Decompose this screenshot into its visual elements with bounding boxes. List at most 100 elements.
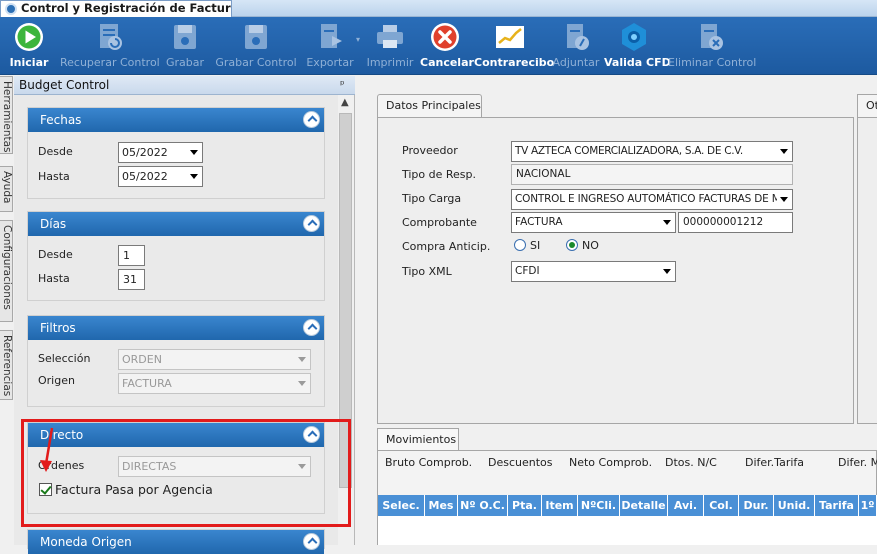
filtros-group: Filtros Selección ORDEN Origen FACTURA [27, 315, 325, 407]
proveedor-label: Proveedor [402, 144, 458, 157]
col-header[interactable]: Nº O.C. [458, 495, 508, 516]
total-bruto-label: Bruto Comprob. [385, 456, 473, 469]
collapse-icon[interactable] [303, 111, 320, 128]
seleccion-select[interactable]: ORDEN [118, 349, 311, 370]
tab-movimientos[interactable]: Movimientos [377, 428, 459, 451]
col-header[interactable]: Col. [704, 495, 739, 516]
col-header[interactable]: Pta. [508, 495, 542, 516]
radio-no[interactable] [566, 239, 578, 251]
window-tab[interactable]: Control y Registración de Factura... [0, 0, 232, 17]
collapse-icon[interactable] [303, 215, 320, 232]
tipo-carga-select[interactable]: CONTROL E INGRESO AUTOMÁTICO FACTURAS DE… [511, 189, 793, 210]
sidetab-herramientas[interactable]: Herramientas [0, 76, 13, 154]
total-difer-tarifa-label: Difer.Tarifa [745, 456, 805, 469]
col-header[interactable]: NºCli. [578, 495, 620, 516]
seleccion-label: Selección [38, 352, 91, 365]
comprobante-label: Comprobante [402, 216, 477, 229]
dropdown-arrow-icon[interactable]: ▾ [356, 35, 360, 44]
movimientos-grid-body[interactable] [378, 516, 877, 545]
attach-doc-icon [567, 24, 589, 50]
col-header[interactable]: Tarifa [815, 495, 859, 516]
radio-no-label: NO [582, 239, 599, 252]
origen-select[interactable]: FACTURA [118, 373, 311, 394]
chevron-down-icon [660, 262, 675, 281]
valida-cfd-button[interactable]: Valida CFD [604, 19, 671, 73]
col-header[interactable]: Dur. [739, 495, 774, 516]
grabar-button[interactable]: Grabar [164, 19, 206, 73]
col-header[interactable]: Avi. [668, 495, 704, 516]
dias-hasta-label: Hasta [38, 272, 70, 285]
eliminar-control-button[interactable]: Eliminar Control [668, 19, 756, 73]
play-icon [15, 23, 43, 51]
tipo-resp-label: Tipo de Resp. [402, 168, 477, 181]
col-header[interactable]: 1º [859, 495, 877, 516]
fechas-hasta-label: Hasta [38, 170, 70, 183]
total-descuentos-label: Descuentos [488, 456, 553, 469]
iniciar-button[interactable]: Iniciar [6, 19, 52, 73]
col-header[interactable]: Detalle [620, 495, 668, 516]
chevron-down-icon [777, 190, 792, 209]
compra-anticip-label: Compra Anticip. [402, 240, 491, 253]
total-neto-label: Neto Comprob. [569, 456, 653, 469]
imprimir-button[interactable]: Imprimir [366, 19, 414, 73]
save-control-icon [245, 25, 267, 49]
exportar-button[interactable]: Exportar ▾ [300, 19, 360, 73]
recover-doc-icon [100, 24, 122, 50]
tipo-carga-label: Tipo Carga [402, 192, 462, 205]
proveedor-select[interactable]: TV AZTECA COMERCIALIZADORA, S.A. DE C.V. [511, 141, 793, 162]
chart-receipt-icon [496, 26, 524, 48]
cancelar-button[interactable]: Cancelar [420, 19, 474, 73]
tipo-xml-select[interactable]: CFDI [511, 261, 676, 282]
fechas-header[interactable]: Fechas [28, 108, 324, 132]
sidetab-configuraciones[interactable]: Configuraciones [0, 220, 13, 322]
contrarecibo-button[interactable]: Contrarecibo [474, 19, 554, 73]
fechas-group: Fechas Desde 05/2022 Hasta 05/2022 [27, 107, 325, 199]
sidetab-ayuda[interactable]: Ayuda [0, 166, 13, 212]
total-difer-m-label: Difer. M [838, 456, 877, 469]
dias-desde-label: Desde [38, 248, 73, 261]
radio-si[interactable] [514, 239, 526, 251]
collapse-icon[interactable] [303, 319, 320, 336]
validate-cfd-icon [622, 23, 646, 51]
filtros-header[interactable]: Filtros [28, 316, 324, 340]
fechas-hasta-select[interactable]: 05/2022 [118, 166, 203, 187]
export-doc-icon [321, 24, 342, 48]
dias-group: Días Desde 1 Hasta 31 [27, 211, 325, 301]
total-dtos-nc-label: Dtos. N/C [665, 456, 717, 469]
tipo-resp-field: NACIONAL [511, 164, 793, 185]
origen-label: Origen [38, 374, 75, 387]
collapse-icon[interactable] [303, 533, 320, 550]
toolbar: Iniciar Recuperar Control Grabar Grabar … [0, 17, 877, 75]
dias-desde-input[interactable]: 1 [118, 245, 145, 266]
chevron-down-icon [187, 143, 202, 162]
annotation-arrow-icon [40, 427, 54, 472]
col-header[interactable]: Unid. [774, 495, 815, 516]
panel-title: Budget Control [14, 76, 355, 95]
col-header[interactable]: Mes [425, 495, 458, 516]
fechas-desde-select[interactable]: 05/2022 [118, 142, 203, 163]
chevron-down-icon [295, 350, 310, 369]
col-header[interactable]: Selec. [378, 495, 425, 516]
moneda-origen-header[interactable]: Moneda Origen [28, 530, 324, 554]
save-disk-icon [174, 25, 196, 49]
tab-datos-principales[interactable]: Datos Principales [377, 94, 482, 118]
tab-other[interactable]: Ot [857, 94, 877, 118]
window-title: Control y Registración de Factura... [21, 1, 232, 15]
pin-icon[interactable]: ᵖ [340, 78, 345, 91]
dias-header[interactable]: Días [28, 212, 324, 236]
chevron-down-icon [660, 213, 675, 232]
recuperar-control-button[interactable]: Recuperar Control [60, 19, 160, 73]
printer-icon [377, 25, 403, 48]
dias-hasta-input[interactable]: 31 [118, 269, 145, 290]
comprobante-select[interactable]: FACTURA [511, 212, 676, 233]
fechas-desde-label: Desde [38, 145, 73, 158]
grabar-control-button[interactable]: Grabar Control [214, 19, 298, 73]
adjuntar-button[interactable]: Adjuntar [550, 19, 602, 73]
highlight-box [21, 419, 351, 527]
sidetab-referencias[interactable]: Referencias [0, 330, 13, 400]
comprobante-number-input[interactable]: 000000001212 [678, 212, 793, 233]
scroll-up-icon[interactable]: ▲ [341, 97, 349, 108]
col-header[interactable]: Item [542, 495, 578, 516]
chevron-down-icon [187, 167, 202, 186]
moneda-origen-group: Moneda Origen [27, 529, 325, 554]
